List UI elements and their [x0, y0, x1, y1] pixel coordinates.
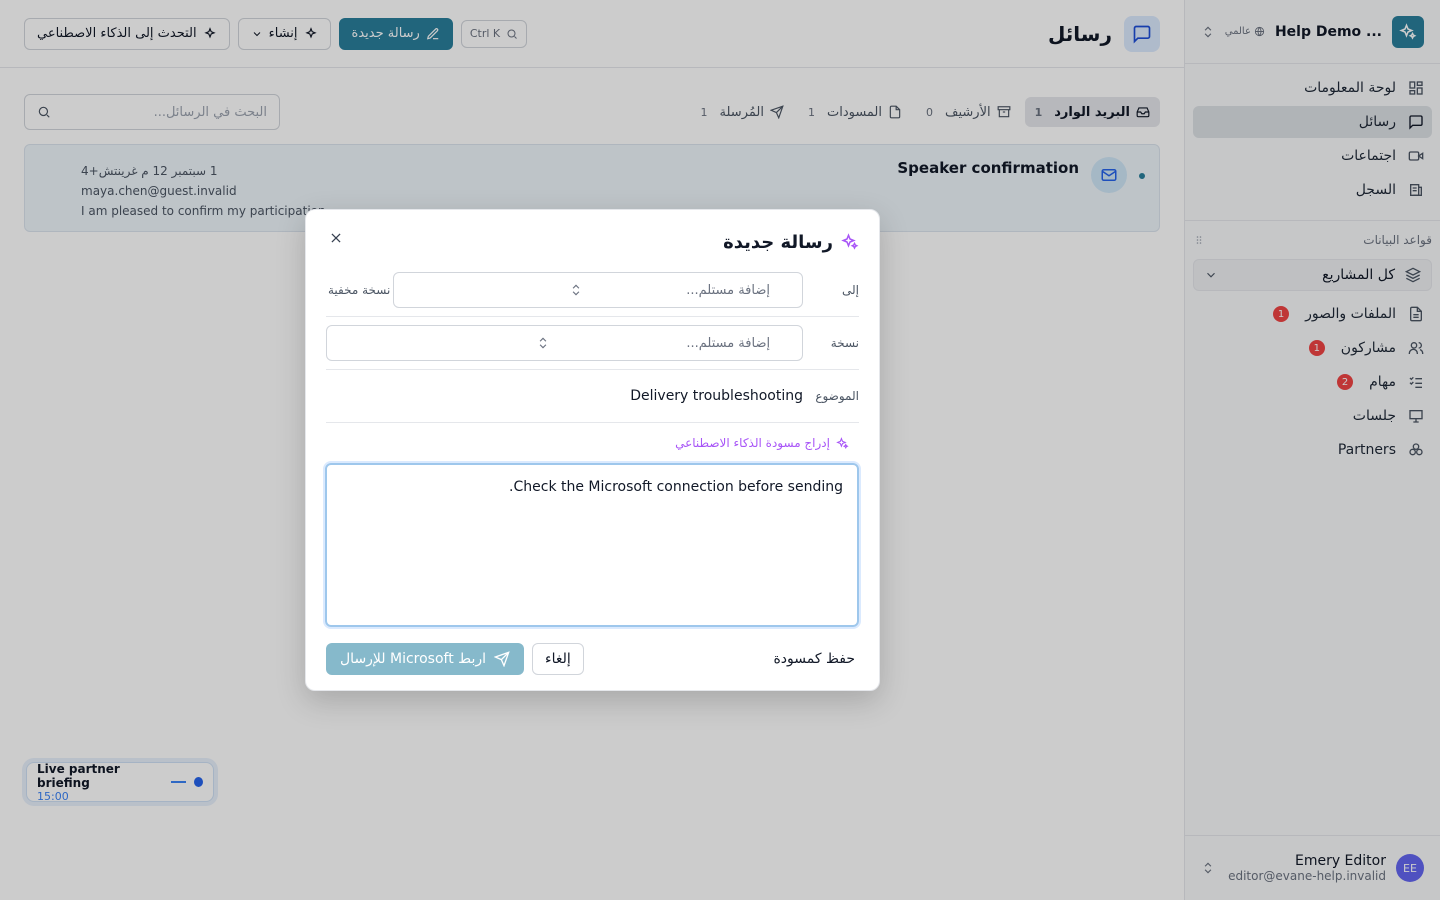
cc-recipient-select[interactable]: إضافة مستلم... [326, 325, 804, 361]
send-icon [494, 651, 510, 667]
subject-label: الموضوع [815, 389, 859, 403]
subject-row: الموضوع Delivery troubleshooting [326, 370, 859, 423]
subject-field[interactable]: Delivery troubleshooting [630, 388, 803, 404]
recipient-placeholder: إضافة مستلم... [686, 335, 771, 351]
cc-row: نسخة إضافة مستلم... [326, 317, 859, 370]
new-message-dialog: رسالة جديدة إلى إضافة مستلم... نسخة مخفي… [305, 209, 880, 691]
dialog-actions: حفظ كمسودة إلغاء اربط Microsoft للإرسال [326, 627, 859, 675]
cancel-button[interactable]: إلغاء [532, 643, 584, 675]
bcc-toggle[interactable]: نسخة مخفية [326, 283, 390, 297]
chevrons-up-down-icon [404, 283, 583, 297]
send-label: اربط Microsoft للإرسال [340, 651, 487, 667]
recipient-placeholder: إضافة مستلم... [686, 282, 770, 298]
cc-label: نسخة [830, 336, 859, 350]
to-label: إلى [842, 283, 859, 297]
to-recipient-select[interactable]: إضافة مستلم... [393, 272, 803, 308]
sparkles-icon [841, 233, 859, 250]
message-body-textarea[interactable]: Check the Microsoft connection before se… [325, 463, 859, 627]
to-row: إلى إضافة مستلم... نسخة مخفية [326, 272, 859, 317]
ai-draft-label: إدراج مسودة الذكاء الاصطناعي [675, 436, 830, 450]
close-icon[interactable] [326, 228, 346, 248]
dialog-title: رسالة جديدة [723, 231, 833, 253]
chevrons-up-down-icon [337, 336, 550, 350]
connect-microsoft-send-button[interactable]: اربط Microsoft للإرسال [326, 643, 525, 675]
sparkles-icon [836, 436, 849, 449]
save-draft-button[interactable]: حفظ كمسودة [769, 651, 859, 667]
ai-draft-button[interactable]: إدراج مسودة الذكاء الاصطناعي [326, 423, 859, 463]
